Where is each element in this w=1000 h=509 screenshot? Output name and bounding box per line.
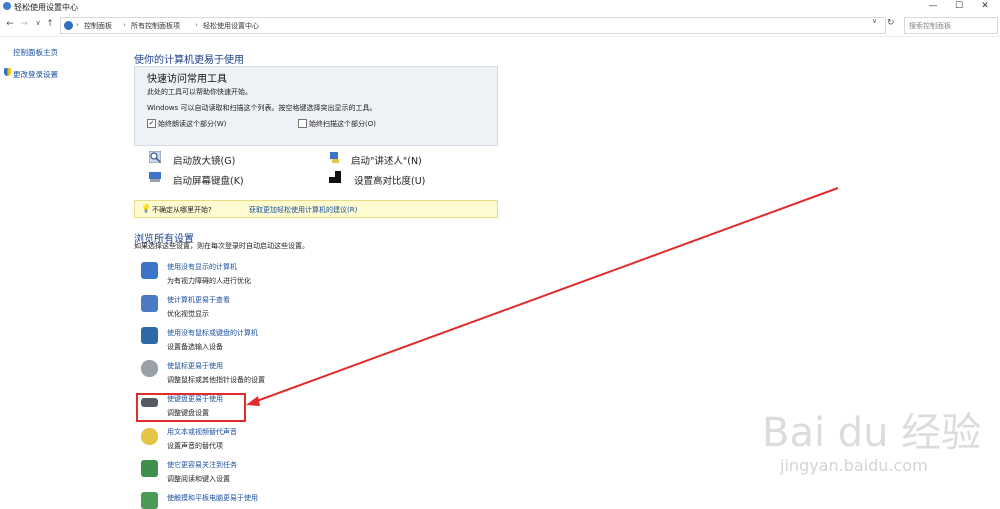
baidu-watermark-url: jingyan.baidu.com xyxy=(780,456,928,475)
baidu-watermark-logo: Bai du 经验 xyxy=(762,410,982,456)
